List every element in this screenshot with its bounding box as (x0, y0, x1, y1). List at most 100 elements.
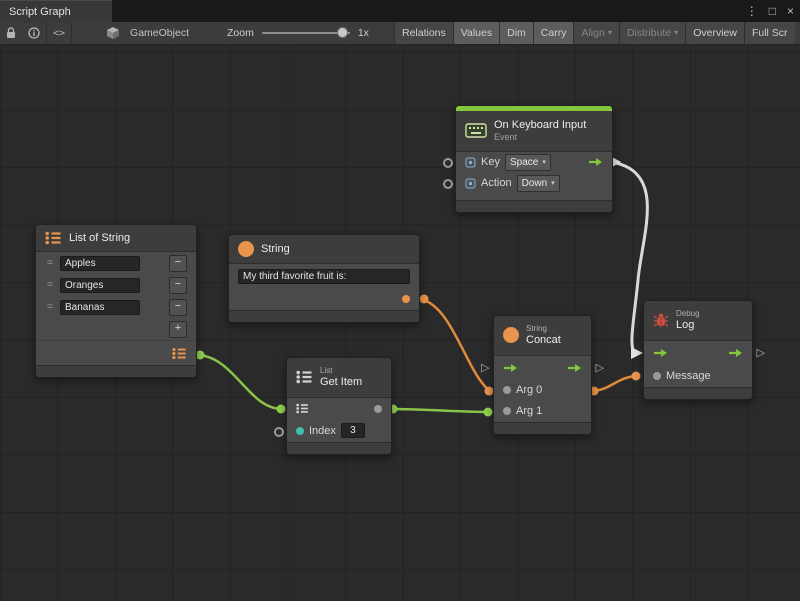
index-label: Index (309, 425, 336, 437)
item-output-port[interactable] (374, 405, 382, 413)
add-item-row: + (36, 318, 196, 340)
zoom-value: 1x (354, 27, 373, 39)
arg0-port-dot[interactable] (503, 386, 511, 394)
keyboard-icon (465, 123, 487, 138)
node-header[interactable]: List of String (36, 225, 196, 252)
toolbar-buttons: Relations Values Dim Carry Align ▾ Distr… (394, 22, 795, 44)
index-input-port[interactable] (274, 427, 284, 437)
node-header[interactable]: String (229, 235, 419, 264)
align-button-label: Align (581, 22, 604, 44)
node-header[interactable]: Debug Log (644, 301, 752, 341)
action-port-row: Action Down ▾ (456, 173, 612, 194)
wire-list-to-getitem[interactable] (196, 351, 286, 414)
node-debug-log[interactable]: Debug Log Message ▷ (643, 300, 753, 400)
flow-input-arrow-icon[interactable] (503, 363, 518, 373)
key-dropdown[interactable]: Space ▾ (505, 154, 551, 171)
node-footer (494, 422, 591, 434)
key-port-row: Key Space ▾ (456, 152, 612, 173)
window-maximize-icon[interactable]: □ (769, 4, 776, 18)
window-tab-bar: Script Graph ⋮ □ × (0, 0, 800, 22)
string-output-row (229, 288, 419, 310)
list-item-field[interactable]: Bananas (60, 300, 140, 315)
wire-getitem-to-concat-arg1[interactable] (389, 405, 493, 417)
node-concat[interactable]: String Concat Arg 0 Arg 1 ▷ ▷ (493, 315, 592, 435)
values-button[interactable]: Values (453, 22, 499, 44)
drag-handle-icon[interactable]: = (45, 301, 55, 313)
list-input-row (287, 398, 391, 420)
node-on-keyboard-input[interactable]: On Keyboard Input Event Key Space ▾ Acti… (455, 105, 613, 213)
arg0-row: Arg 0 (494, 380, 591, 401)
arg1-row: Arg 1 (494, 401, 591, 422)
key-input-port[interactable] (443, 158, 453, 168)
align-button[interactable]: Align ▾ (573, 22, 618, 44)
zoom-slider[interactable] (262, 22, 350, 44)
index-port-dot[interactable] (296, 427, 304, 435)
dim-button[interactable]: Dim (499, 22, 533, 44)
string-circle-icon (238, 241, 254, 257)
action-input-port[interactable] (443, 179, 453, 189)
gameobject-cube-icon (100, 22, 126, 44)
flow-output-port[interactable]: ▷ (596, 363, 604, 374)
node-title: On Keyboard Input (494, 119, 586, 132)
node-footer (456, 200, 612, 212)
tab-script-graph[interactable]: Script Graph (0, 0, 112, 22)
flow-output-arrow-icon[interactable] (588, 157, 603, 167)
zoom-slider-knob[interactable] (337, 27, 348, 38)
relations-button[interactable]: Relations (394, 22, 453, 44)
flow-output-arrow-icon[interactable] (567, 363, 582, 373)
carry-button[interactable]: Carry (533, 22, 574, 44)
action-port-label: Action (481, 177, 512, 189)
graph-canvas[interactable]: On Keyboard Input Event Key Space ▾ Acti… (0, 45, 800, 601)
message-port-dot[interactable] (653, 372, 661, 380)
wire-keyboard-to-log[interactable] (611, 157, 647, 359)
caret-down-icon: ▾ (551, 179, 555, 187)
node-subtitle: Event (494, 132, 586, 143)
flow-input-arrow-icon[interactable] (653, 348, 668, 358)
action-dropdown[interactable]: Down ▾ (517, 175, 560, 192)
list-icon[interactable] (296, 403, 309, 414)
node-footer (36, 365, 196, 377)
code-icon[interactable]: <> (47, 22, 71, 44)
list-icon (296, 370, 313, 384)
add-item-button[interactable]: + (169, 321, 187, 338)
flow-input-port[interactable]: ▷ (481, 363, 489, 374)
wire-concat-to-log-message[interactable] (590, 372, 641, 396)
node-header[interactable]: String Concat (494, 316, 591, 356)
message-row: Message (644, 365, 752, 387)
distribute-button[interactable]: Distribute ▾ (619, 22, 685, 44)
zoom-label: Zoom (223, 27, 258, 39)
node-header[interactable]: List Get Item (287, 358, 391, 398)
remove-item-button[interactable]: − (169, 277, 187, 294)
drag-handle-icon[interactable]: = (45, 279, 55, 291)
window-close-icon[interactable]: × (787, 4, 794, 18)
node-title: Get Item (320, 376, 362, 389)
node-get-item[interactable]: List Get Item Index 3 (286, 357, 392, 455)
toolbar-separator (71, 22, 72, 44)
overview-button[interactable]: Overview (685, 22, 744, 44)
list-item-field[interactable]: Apples (60, 256, 140, 271)
node-header[interactable]: On Keyboard Input Event (456, 111, 612, 152)
index-field[interactable]: 3 (341, 423, 365, 438)
drag-handle-icon[interactable]: = (45, 257, 55, 269)
list-icon (45, 231, 62, 245)
wire-string-to-concat-arg0[interactable] (419, 295, 494, 396)
string-value-row: My third favorite fruit is: (229, 264, 419, 288)
node-string-literal[interactable]: String My third favorite fruit is: (228, 234, 420, 323)
remove-item-button[interactable]: − (169, 299, 187, 316)
key-port-label: Key (481, 156, 500, 168)
action-dropdown-value: Down (522, 178, 548, 189)
window-menu-icon[interactable]: ⋮ (746, 4, 758, 18)
info-icon[interactable] (22, 22, 46, 44)
string-value-field[interactable]: My third favorite fruit is: (238, 269, 410, 284)
remove-item-button[interactable]: − (169, 255, 187, 272)
fullscreen-button[interactable]: Full Scr (744, 22, 795, 44)
string-output-port[interactable] (402, 295, 410, 303)
list-item-field[interactable]: Oranges (60, 278, 140, 293)
flow-output-arrow-icon[interactable] (728, 348, 743, 358)
flow-output-port[interactable]: ▷ (757, 348, 765, 359)
list-output-icon[interactable] (172, 347, 187, 360)
arg1-port-dot[interactable] (503, 407, 511, 415)
node-list-of-string[interactable]: List of String = Apples − = Oranges − = … (35, 224, 197, 378)
lock-icon[interactable] (0, 22, 22, 44)
node-category: Debug (676, 309, 700, 319)
